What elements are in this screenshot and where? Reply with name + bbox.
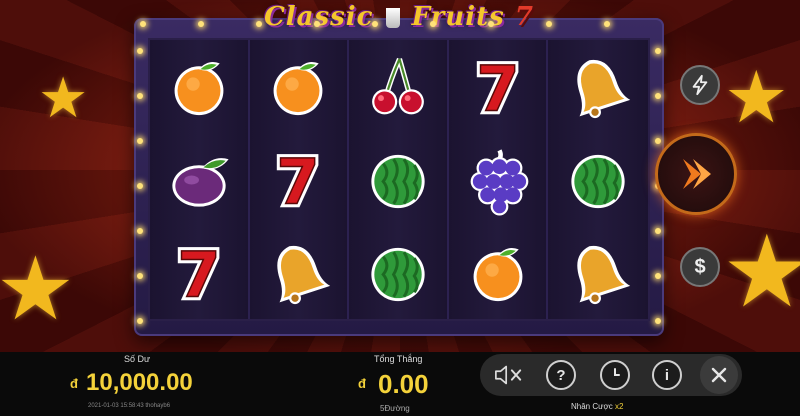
win-currency: đ	[358, 376, 366, 391]
reel-cell	[349, 133, 449, 226]
marquee-bulb	[372, 21, 378, 27]
close-button[interactable]	[700, 356, 738, 394]
marquee-bulb	[314, 21, 320, 27]
lightning-icon	[692, 74, 708, 96]
marquee-bulb	[655, 273, 661, 279]
svg-text:7: 7	[476, 52, 519, 123]
marquee-bulb	[604, 21, 610, 27]
title-number: 7	[514, 2, 534, 32]
star-decoration-left-top: ★	[38, 66, 89, 129]
star-decoration-right-bottom: ★	[722, 216, 800, 328]
orange-symbol	[273, 61, 323, 115]
title-word-fruits: Fruits	[411, 2, 505, 32]
watermelon-symbol	[571, 154, 625, 208]
clock-icon	[614, 368, 620, 376]
balance-value: 10,000.00	[86, 369, 193, 396]
marquee-bulb	[655, 318, 661, 324]
plum-symbol	[172, 157, 229, 207]
marquee-bulb	[198, 21, 204, 27]
reel-cell: 77	[448, 40, 549, 133]
marquee-bulb	[430, 21, 436, 27]
reel-cell: 77	[150, 226, 250, 319]
sound-toggle-button[interactable]	[494, 360, 524, 390]
dollar-icon: $	[694, 255, 706, 278]
marquee-bulb	[655, 228, 661, 234]
marquee-bulb	[137, 318, 143, 324]
watermelon-symbol	[371, 247, 425, 301]
history-button[interactable]	[600, 360, 630, 390]
marquee-bulb	[655, 138, 661, 144]
reel-cell	[150, 40, 250, 133]
marquee-bulb	[137, 273, 143, 279]
marquee-bulb	[488, 21, 494, 27]
mute-icon	[495, 365, 522, 385]
cherry-symbol	[372, 57, 424, 114]
game-title: Classic Fruits 7	[134, 2, 664, 32]
seven-symbol: 77	[173, 236, 224, 310]
bell-symbol	[577, 245, 631, 304]
paylines-label: 5Đường	[380, 404, 410, 413]
title-word-classic: Classic	[264, 2, 374, 32]
grapes-symbol	[470, 148, 528, 216]
multiplier-value: x2	[614, 402, 624, 411]
multiplier-label: Nhân Cược	[571, 402, 613, 411]
reel-cell	[448, 133, 549, 226]
marquee-bulb	[137, 138, 143, 144]
reel-cell	[548, 40, 648, 133]
seven-symbol: 77	[273, 143, 324, 217]
slot-machine: Classic Fruits 7 777777	[134, 2, 664, 336]
balance-currency: đ	[70, 376, 78, 391]
help-button[interactable]: ?	[546, 360, 576, 390]
reel-cell	[548, 226, 648, 319]
reel-cell	[150, 133, 250, 226]
reel-cell	[349, 226, 449, 319]
session-datetime: 2021-01-03 15:58:43 thohayb6	[88, 403, 171, 409]
marquee-bulb	[137, 183, 143, 189]
star-decoration-right-top: ★	[724, 58, 789, 138]
star-decoration-left-bottom: ★	[0, 239, 75, 338]
marquee-bulb	[137, 228, 143, 234]
reel-cell	[448, 226, 549, 319]
bell-symbol	[277, 245, 331, 304]
reel-cell	[249, 226, 350, 319]
marquee-bulb	[655, 93, 661, 99]
marquee-bulb	[137, 93, 143, 99]
turbo-button[interactable]	[680, 65, 720, 105]
orange-symbol	[174, 61, 224, 115]
question-icon: ?	[556, 366, 566, 384]
info-button[interactable]: i	[652, 360, 682, 390]
reel-grid: 777777	[148, 38, 650, 321]
spin-button[interactable]	[655, 133, 737, 215]
svg-text:7: 7	[177, 238, 220, 309]
reel-cell	[548, 133, 648, 226]
watermelon-symbol	[371, 154, 425, 208]
svg-text:7: 7	[277, 145, 320, 216]
reel-cell	[249, 40, 350, 133]
total-win-value: 0.00	[378, 369, 429, 399]
balance-label: Số Dư	[124, 354, 151, 364]
total-win-label: Tổng Thắng	[374, 354, 423, 364]
close-icon	[711, 367, 727, 383]
orange-symbol	[473, 247, 523, 301]
marquee-bulb	[140, 21, 146, 27]
bet-button[interactable]: $	[680, 247, 720, 287]
spin-arrow-icon	[683, 159, 711, 189]
reel-cell: 77	[249, 133, 350, 226]
bet-multiplier: Nhân Cược x2	[571, 402, 623, 411]
cup-icon	[385, 8, 400, 28]
marquee-bulb	[655, 48, 661, 54]
seven-symbol: 77	[472, 50, 523, 124]
bell-symbol	[577, 59, 631, 118]
reel-cell	[349, 40, 449, 133]
marquee-bulb	[137, 48, 143, 54]
marquee-bulb	[546, 21, 552, 27]
marquee-bulb	[256, 21, 262, 27]
info-icon: i	[664, 366, 670, 384]
